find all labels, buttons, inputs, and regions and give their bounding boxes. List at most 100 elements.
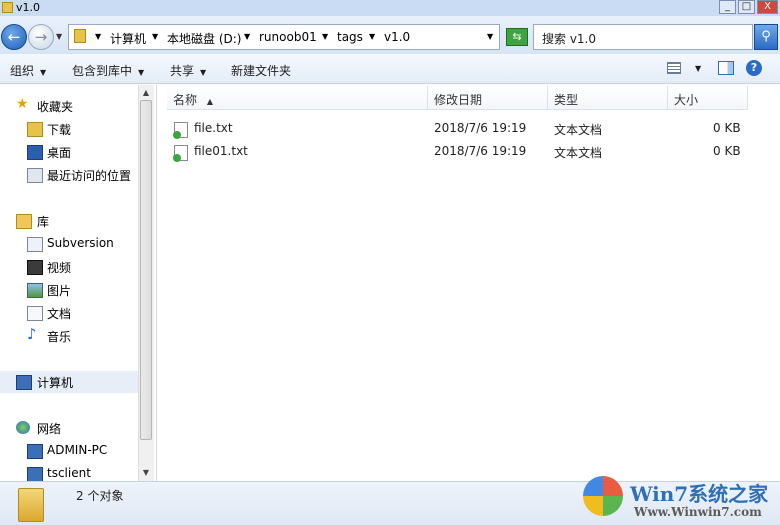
- folder-icon: [74, 29, 86, 43]
- preview-pane-icon[interactable]: [718, 61, 734, 75]
- file-size: 0 KB: [713, 121, 741, 135]
- organize-label: 组织: [10, 64, 35, 78]
- chevron-down-icon: ▼: [138, 68, 145, 77]
- sidebar-item-music[interactable]: ♪ 音乐: [0, 325, 138, 347]
- column-header-name[interactable]: 名称 ▲: [167, 86, 428, 110]
- sidebar-item-pictures[interactable]: 图片: [0, 279, 138, 301]
- computer-icon: [16, 375, 32, 390]
- chevron-down-icon[interactable]: ▼: [95, 32, 101, 41]
- library-icon: [16, 214, 32, 229]
- help-icon[interactable]: ?: [746, 60, 762, 76]
- chevron-down-icon[interactable]: ▼: [244, 32, 250, 41]
- table-row[interactable]: file01.txt 2018/7/6 19:19 文本文档 0 KB: [160, 141, 770, 163]
- sidebar-item-label: 图片: [47, 284, 72, 298]
- maximize-button[interactable]: □: [738, 0, 755, 14]
- sidebar-item-label: 计算机: [37, 376, 74, 390]
- sidebar-item-label: 音乐: [47, 330, 72, 344]
- star-icon: ★: [16, 96, 29, 112]
- sidebar-item-network[interactable]: 网络: [0, 417, 138, 439]
- sidebar-item-recent[interactable]: 最近访问的位置: [0, 164, 138, 186]
- share-menu[interactable]: 共享 ▼: [170, 62, 206, 79]
- chevron-down-icon: ▼: [40, 68, 47, 77]
- breadcrumb-runoob01[interactable]: runoob01: [259, 30, 317, 44]
- document-icon: [27, 306, 43, 321]
- video-icon: [27, 260, 43, 275]
- breadcrumb-v1-0[interactable]: v1.0: [384, 30, 410, 44]
- address-bar-area: ← → ▼ ▼ 计算机 ▼ 本地磁盘 (D:) ▼ runoob01 ▼ tag…: [0, 16, 780, 54]
- sidebar-item-label: 网络: [37, 422, 62, 436]
- sidebar-item-label: ADMIN-PC: [47, 443, 108, 457]
- sort-ascending-icon: ▲: [206, 97, 213, 106]
- sidebar-item-label: Subversion: [47, 236, 114, 250]
- sidebar-item-documents[interactable]: 文档: [0, 302, 138, 324]
- view-options-icon[interactable]: [667, 62, 681, 74]
- breadcrumb-drive-d[interactable]: 本地磁盘 (D:): [167, 30, 241, 47]
- chevron-down-icon[interactable]: ▼: [322, 32, 328, 41]
- include-in-library-menu[interactable]: 包含到库中 ▼: [72, 62, 144, 79]
- table-row[interactable]: file.txt 2018/7/6 19:19 文本文档 0 KB: [160, 118, 770, 140]
- sidebar-item-admin-pc[interactable]: ADMIN-PC: [0, 440, 138, 462]
- sidebar-item-label: 文档: [47, 307, 72, 321]
- breadcrumb-computer[interactable]: 计算机: [110, 30, 146, 47]
- chevron-down-icon[interactable]: ▼: [369, 32, 375, 41]
- close-button[interactable]: X: [757, 0, 778, 14]
- forward-arrow-icon: →: [34, 28, 48, 46]
- sidebar-item-label: 库: [37, 215, 50, 229]
- column-header-size[interactable]: 大小: [668, 86, 748, 110]
- computer-icon: [27, 444, 43, 459]
- sidebar-item-tsclient[interactable]: tsclient: [0, 463, 138, 481]
- sidebar-item-libraries[interactable]: 库: [0, 210, 138, 232]
- file-size: 0 KB: [713, 144, 741, 158]
- breadcrumb-tags[interactable]: tags: [337, 30, 363, 44]
- file-type: 文本文档: [554, 123, 603, 137]
- windows-logo-icon: [583, 476, 623, 516]
- sidebar-item-videos[interactable]: 视频: [0, 256, 138, 278]
- column-header-modified[interactable]: 修改日期: [428, 86, 548, 110]
- command-toolbar: 组织 ▼ 包含到库中 ▼ 共享 ▼ 新建文件夹 ▼ ?: [0, 54, 780, 84]
- sidebar-item-label: 视频: [47, 261, 72, 275]
- sidebar-item-label: tsclient: [47, 466, 91, 480]
- sidebar-item-label: 最近访问的位置: [47, 169, 132, 183]
- window-title: v1.0: [16, 1, 41, 14]
- search-input[interactable]: 搜索 v1.0: [533, 24, 753, 50]
- back-button[interactable]: ←: [1, 24, 27, 50]
- sidebar-item-computer[interactable]: 计算机: [0, 371, 138, 393]
- svn-text-file-icon: [173, 122, 188, 139]
- navigation-pane: ★ 收藏夹 下载 桌面 最近访问的位置 库 Subversion 视频 图片 文…: [0, 85, 138, 481]
- network-globe-icon: [16, 421, 30, 434]
- scroll-up-icon[interactable]: ▲: [139, 86, 153, 100]
- refresh-button[interactable]: ⇆: [506, 28, 528, 46]
- forward-button[interactable]: →: [28, 24, 54, 50]
- chevron-down-icon[interactable]: ▼: [152, 32, 158, 41]
- refresh-icon: ⇆: [512, 30, 522, 43]
- download-folder-icon: [27, 122, 43, 137]
- scrollbar-thumb[interactable]: [140, 100, 152, 440]
- file-modified: 2018/7/6 19:19: [434, 144, 527, 158]
- title-bar: v1.0 _ □ X: [0, 0, 780, 16]
- sidebar-item-downloads[interactable]: 下载: [0, 118, 138, 140]
- sidebar-item-favorites[interactable]: ★ 收藏夹: [0, 95, 138, 117]
- folder-icon: [18, 488, 44, 522]
- desktop-icon: [27, 145, 43, 160]
- scroll-down-icon[interactable]: ▼: [139, 466, 153, 480]
- search-icon: ⚲: [761, 29, 771, 44]
- search-button[interactable]: ⚲: [754, 24, 778, 50]
- chevron-down-icon[interactable]: ▼: [695, 64, 701, 73]
- svn-text-file-icon: [173, 145, 188, 162]
- watermark-url: Www.Winwin7.com: [634, 505, 762, 519]
- computer-icon: [27, 467, 43, 481]
- new-folder-button[interactable]: 新建文件夹: [231, 62, 291, 79]
- sidebar-item-subversion[interactable]: Subversion: [0, 233, 138, 255]
- address-history-dropdown-icon[interactable]: ▼: [487, 32, 493, 41]
- column-label: 名称: [173, 93, 198, 107]
- file-name: file01.txt: [194, 144, 248, 158]
- minimize-button[interactable]: _: [719, 0, 736, 14]
- organize-menu[interactable]: 组织 ▼: [10, 62, 46, 79]
- sidebar-item-label: 收藏夹: [37, 100, 74, 114]
- share-label: 共享: [170, 64, 195, 78]
- column-header-type[interactable]: 类型: [548, 86, 668, 110]
- back-arrow-icon: ←: [7, 28, 21, 46]
- recent-pages-dropdown-icon[interactable]: ▼: [56, 32, 62, 41]
- folder-icon: [2, 2, 13, 13]
- sidebar-item-desktop[interactable]: 桌面: [0, 141, 138, 163]
